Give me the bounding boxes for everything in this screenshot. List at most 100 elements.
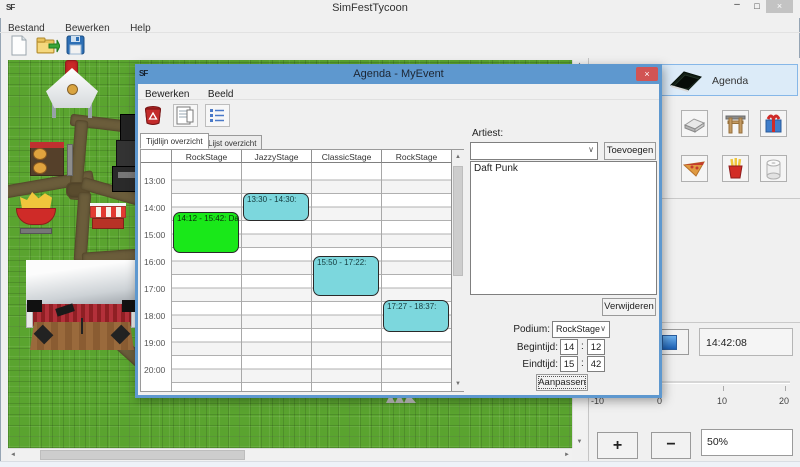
- dialog-menubar: Bewerken Beeld: [138, 84, 659, 100]
- dialog-close-button[interactable]: ×: [636, 67, 658, 81]
- save-button[interactable]: [66, 35, 86, 61]
- delete-event-button[interactable]: [141, 104, 166, 127]
- list-view-icon: [206, 105, 229, 126]
- podium-combobox-value: RockStage: [556, 324, 600, 334]
- slider-tick-label: 20: [779, 396, 789, 406]
- minimize-button[interactable]: –: [728, 0, 746, 14]
- blue-square-icon: [662, 335, 677, 350]
- white-tent[interactable]: [46, 68, 98, 120]
- status-bar: [0, 461, 800, 467]
- new-file-icon: [9, 35, 29, 56]
- main-toolbar: [0, 33, 800, 59]
- time-label: 17:00: [144, 284, 165, 294]
- scroll-down-icon[interactable]: ▼: [573, 439, 586, 445]
- grid-scrollbar[interactable]: ▲ ▼: [451, 150, 464, 391]
- scroll-right-icon[interactable]: ►: [564, 452, 570, 458]
- podium-combobox[interactable]: RockStage ∨: [552, 321, 610, 338]
- column-header: JazzyStage: [241, 150, 311, 163]
- gift-icon: [761, 111, 786, 136]
- timeline-grid: RockStage JazzyStage ClassicStage RockSt…: [140, 149, 464, 392]
- end-minute-input[interactable]: 42: [587, 356, 605, 372]
- mic-stand: [81, 318, 83, 334]
- grid-scroll-down-icon[interactable]: ▼: [452, 381, 464, 387]
- chevron-down-icon: ∨: [600, 324, 606, 333]
- fries-stand[interactable]: [16, 192, 58, 238]
- main-menubar: Bestand Bewerken Help: [0, 18, 800, 33]
- column-header: RockStage: [381, 150, 451, 163]
- time-label: 16:00: [144, 257, 165, 267]
- tool-torii-gate-button[interactable]: [722, 110, 749, 137]
- main-window: SF SimFestTycoon – □ × Bestand Bewerken …: [0, 0, 800, 467]
- artist-list-item[interactable]: Daft Punk: [471, 162, 656, 175]
- map-hscrollbar[interactable]: ◄ ►: [8, 448, 572, 461]
- timeline-view-button[interactable]: [173, 104, 198, 127]
- tool-toilet-roll-button[interactable]: [760, 155, 787, 182]
- artist-label: Artiest:: [472, 128, 503, 139]
- dialog-menu-beeld[interactable]: Beeld: [201, 87, 241, 100]
- start-time-label: Begintijd:: [488, 342, 558, 353]
- artist-combobox[interactable]: ∨: [470, 142, 598, 160]
- time-label: 15:00: [144, 230, 165, 240]
- torii-gate-icon: [723, 111, 748, 136]
- dialog-titlebar[interactable]: SF Agenda - MyEvent ×: [135, 64, 662, 84]
- clock-display: 14:42:08: [699, 328, 793, 356]
- tent-logo: [67, 84, 78, 95]
- grid-scroll-up-icon[interactable]: ▲: [452, 154, 464, 160]
- timeline-view-icon: [174, 105, 197, 126]
- agenda-dialog: SF Agenda - MyEvent × Bewerken Beeld: [135, 64, 662, 398]
- dialog-menu-bewerken[interactable]: Bewerken: [138, 87, 196, 100]
- save-floppy-icon: [66, 35, 86, 56]
- time-separator: :: [581, 341, 584, 352]
- dialog-title: Agenda - MyEvent: [135, 68, 662, 80]
- grid-scroll-thumb[interactable]: [453, 166, 463, 276]
- end-hour-input[interactable]: 15: [560, 356, 578, 372]
- open-file-button[interactable]: [36, 35, 60, 61]
- time-label: 20:00: [144, 365, 165, 375]
- maximize-button[interactable]: □: [748, 0, 766, 14]
- slider-tick: [723, 386, 724, 391]
- open-folder-icon: [36, 35, 60, 56]
- striped-stand[interactable]: [90, 203, 126, 233]
- tool-pizza-button[interactable]: [681, 155, 708, 182]
- chevron-down-icon: ∨: [588, 145, 594, 154]
- schedule-event[interactable]: 17:27 - 18:37:: [383, 300, 449, 332]
- pizza-icon: [682, 156, 707, 181]
- schedule-event-daftpunk[interactable]: 14:12 - 15:42: Daft P: [173, 212, 239, 253]
- time-separator: :: [581, 358, 584, 369]
- app-logo-icon: SF: [6, 3, 14, 12]
- agenda-label: Agenda: [712, 75, 748, 87]
- start-minute-input[interactable]: 12: [587, 339, 605, 355]
- zoom-in-button[interactable]: +: [597, 432, 638, 459]
- column-header: ClassicStage: [311, 150, 381, 163]
- header-line: [141, 162, 171, 163]
- tool-fries-button[interactable]: [722, 155, 749, 182]
- main-stage[interactable]: [26, 260, 138, 352]
- new-file-button[interactable]: [9, 35, 29, 61]
- close-button[interactable]: ×: [766, 0, 793, 13]
- tool-grandstand-button[interactable]: [681, 110, 708, 137]
- start-hour-input[interactable]: 14: [560, 339, 578, 355]
- burger-stand[interactable]: [30, 136, 76, 178]
- hscroll-thumb[interactable]: [40, 450, 245, 460]
- tool-gift-button[interactable]: [760, 110, 787, 137]
- artist-listbox[interactable]: Daft Punk: [470, 161, 657, 295]
- fries-icon: [723, 156, 748, 181]
- time-label: 13:00: [144, 176, 165, 186]
- schedule-event[interactable]: 13:30 - 14:30:: [243, 193, 309, 221]
- tab-tijdlijn-overzicht[interactable]: Tijdlijn overzicht: [140, 133, 209, 149]
- time-label: 19:00: [144, 338, 165, 348]
- window-title: SimFestTycoon: [332, 2, 408, 14]
- zoom-out-button[interactable]: −: [651, 432, 691, 459]
- list-view-button[interactable]: [205, 104, 230, 127]
- remove-artist-button[interactable]: Verwijderen: [602, 298, 656, 316]
- column-header: RockStage: [171, 150, 241, 163]
- zoom-level-input[interactable]: 50%: [701, 429, 793, 456]
- toilet-roll-icon: [761, 156, 786, 181]
- schedule-event[interactable]: 15:50 - 17:22:: [313, 256, 379, 296]
- time-label: 18:00: [144, 311, 165, 321]
- scroll-left-icon[interactable]: ◄: [10, 452, 16, 458]
- apply-button[interactable]: Aanpassen: [536, 374, 588, 391]
- add-artist-button[interactable]: Toevoegen: [604, 142, 656, 160]
- end-time-label: Eindtijd:: [488, 359, 558, 370]
- grandstand-icon: [682, 111, 707, 136]
